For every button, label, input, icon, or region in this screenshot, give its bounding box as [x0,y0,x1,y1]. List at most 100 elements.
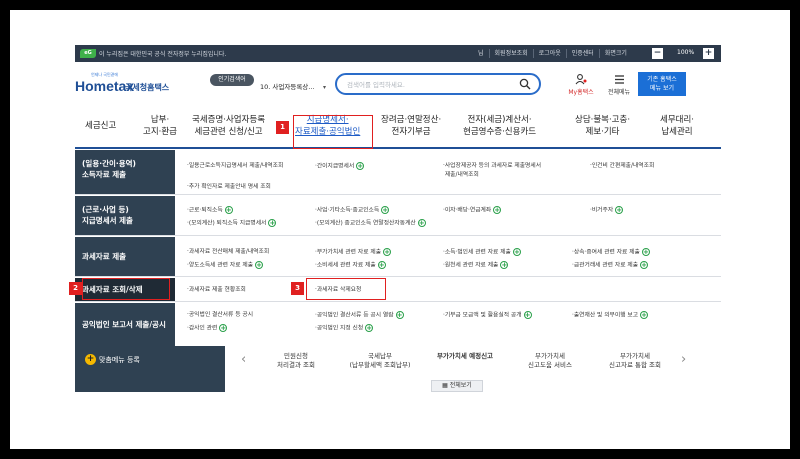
add-favorite-menu-button[interactable]: + 맞춤메뉴 등록 [85,354,140,365]
link-text: 이자·배당·연금계좌 [444,207,492,214]
menu-category[interactable]: (근로·사업 등) 지급명세서 제출 [75,196,175,235]
add-favorite-icon[interactable]: + [615,206,624,214]
menu-category[interactable]: (일용·간이·용역) 소득자료 제출 [75,150,175,194]
category-label: 지급명세서 제출 [82,216,133,225]
search-input[interactable]: 검색어를 입력하세요. [347,79,405,89]
link-text: 공익법인 지정 신청 [316,325,364,332]
menu-link[interactable]: ·부가가치세 관련 자료 제출 + [315,248,392,258]
zoom-in-button[interactable]: + [703,48,714,59]
menu-link[interactable]: ·금관거래세 관련 자료 제출 + [572,261,649,271]
gnb-label: 세금신고 [85,121,117,131]
add-favorite-icon[interactable]: + [224,206,233,214]
member-info-link[interactable]: 회원정보조회 [488,49,533,58]
gnb-label: 장려금·연말정산· [381,115,442,125]
legacy-menu-button[interactable]: 기존 홈택스 메뉴 보기 [638,72,686,96]
zoom-level: 100% [677,49,695,56]
link-text: (모의계산) 종교인소득 연말정산자동계산 [316,220,416,227]
menu-link[interactable]: ·소득·법인세 관련 자료 제출 + [443,248,521,258]
chevron-right-icon[interactable]: › [681,352,686,367]
add-favorite-icon[interactable]: + [377,261,386,269]
menu-link[interactable]: ·과세자료 제출 현황조회 [187,286,246,295]
all-menu-button[interactable]: 전체메뉴 [604,74,634,96]
gnb-label: 납세관리 [661,127,693,137]
gnb-incentive[interactable]: 장려금·연말정산· 전자기부금 [381,114,441,138]
add-favorite-icon[interactable]: + [381,206,390,214]
add-favorite-icon[interactable]: + [417,219,426,227]
cert-center-link[interactable]: 인증센터 [565,49,599,58]
menu-link[interactable]: ·사업장제공자 등의 과세자료 제출명세서 제출/내역조회 [443,162,541,180]
logout-link[interactable]: 로그아웃 [532,49,566,58]
link-text: 원천세 관련 자료 제출 [444,262,499,269]
gnb-tax-agent[interactable]: 세무대리· 납세관리 [660,114,694,138]
add-favorite-icon[interactable]: + [365,324,374,332]
menu-link[interactable]: ·상속·증여세 관련 자료 제출 + [572,248,650,258]
legacy-menu-line2: 메뉴 보기 [650,85,674,92]
menu-link[interactable]: ·사업·기타소득·종교인소득 + [315,206,390,216]
favorites-panel: + 맞춤메뉴 등록 [75,346,225,392]
menu-link[interactable]: ·과세자료 전산매체 제출/내역조회 [187,248,269,257]
menu-link[interactable]: ·출연재산 및 의무이행 보고 + [572,311,649,321]
category-label: 공익법인 보고서 제출/공시 [82,320,166,329]
menu-category[interactable]: 과세자료 제출 [75,237,175,276]
menu-link[interactable]: ·양도소득세 관련 자료 제출 + [187,261,264,271]
add-favorite-icon[interactable]: + [268,219,277,227]
add-favorite-icon[interactable]: + [641,248,650,256]
menu-link[interactable]: ·추가 확인자료 제출안내 명세 조회 [187,183,271,192]
menu-link[interactable]: ·(모의계산) 퇴직소득 지급명세서 + [187,219,277,229]
menu-link[interactable]: ·이자·배당·연금계좌 + [443,206,502,216]
add-favorite-icon[interactable]: + [255,261,264,269]
menu-link[interactable]: ·감사인 관련 + [187,324,228,334]
gnb-tax-filing[interactable]: 세금신고 [85,120,116,132]
menu-link[interactable]: ·기부금 모금액 및 활용실적 공개 + [443,311,532,321]
menu-link[interactable]: ·공익법인 결산서류 등 공시 열람 + [315,311,404,321]
view-all-button[interactable]: ▦ 전체보기 [431,380,483,392]
search-box[interactable]: 검색어를 입력하세요. [335,73,541,95]
gnb-payment[interactable]: 납부· 고지·환급 [143,114,177,138]
menu-link[interactable]: ·공익법인 결산서류 등 공시 [187,311,253,320]
chevron-down-icon[interactable]: ▾ [323,84,326,91]
user-name-link[interactable]: 님 [473,49,489,58]
menu-link[interactable]: ·간이지급명세서 + [315,162,365,172]
menu-category[interactable]: 공익법인 보고서 제출/공시 [75,303,175,346]
menu-link[interactable]: ·소비세세 관련 자료 제출 + [315,261,386,271]
menu-link[interactable]: ·(모의계산) 종교인소득 연말정산자동계산 + [315,219,426,229]
add-favorite-icon[interactable]: + [512,248,521,256]
gnb-certificate[interactable]: 국세증명·사업자등록 세금관련 신청/신고 [192,114,265,138]
gnb-e-invoice[interactable]: 전자(세금)계산서· 현금영수증·신용카드 [463,114,536,138]
quick-label: 부가가치세 [535,352,565,360]
hometax-logo[interactable]: 언제나 국민곁에 Hometax 국세청홈택스 [75,70,195,98]
menu-link[interactable]: ·공익법인 지정 신청 + [315,324,374,334]
gnb-label: 납부· [150,115,170,125]
add-favorite-icon[interactable]: + [383,248,392,256]
quick-menu-item[interactable]: 부가가치세 예정신고 [420,352,510,361]
menu-link[interactable]: ·인건비 간편제출/내역조회 [590,162,654,171]
category-label: (근로·사업 등) [82,205,129,214]
add-favorite-icon[interactable]: + [640,261,649,269]
top-utility-links: 님 회원정보조회 로그아웃 인증센터 화면크기 [473,49,632,58]
add-favorite-icon[interactable]: + [219,324,228,332]
menu-link[interactable]: ·원천세 관련 자료 제출 + [443,261,509,271]
add-favorite-icon[interactable]: + [523,311,532,319]
add-favorite-icon[interactable]: + [493,206,502,214]
menu-row: 과세자료 제출 ·과세자료 전산매체 제출/내역조회 ·부가가치세 관련 자료 … [75,237,721,277]
menu-link[interactable]: ·비거주자 + [590,206,624,216]
my-hometax-button[interactable]: My홈택스 [565,74,597,96]
menu-link[interactable]: ·근로·퇴직소득 + [187,206,233,216]
category-label: 과세자료 제출 [82,252,127,261]
add-favorite-icon[interactable]: + [356,162,365,170]
menu-link[interactable]: ·일용근로소득지급명세서 제출/내역조회 [187,162,283,171]
link-text: 금관거래세 관련 자료 제출 [573,262,639,269]
add-favorite-icon[interactable]: + [640,311,649,319]
zoom-out-button[interactable]: − [652,48,663,59]
add-favorite-icon[interactable]: + [395,311,404,319]
logo-subtitle: 국세청홈택스 [125,83,170,92]
quick-menu-item[interactable]: 민원신청 처리결과 조회 [251,352,341,370]
quick-menu-item[interactable]: 국세납부 (납부할세액 조회납부) [335,352,425,370]
quick-menu-item[interactable]: 부가가치세 신고자료 통합 조회 [590,352,680,370]
add-favorite-icon[interactable]: + [500,261,509,269]
chevron-left-icon[interactable]: ‹ [241,352,246,367]
gnb-consultation[interactable]: 상담·불복·고충· 제보·기타 [575,114,630,138]
quick-menu-item[interactable]: 부가가치세 신고도움 서비스 [505,352,595,370]
link-text: 과세자료 전산매체 제출/내역조회 [188,249,270,255]
search-icon[interactable] [519,78,531,90]
